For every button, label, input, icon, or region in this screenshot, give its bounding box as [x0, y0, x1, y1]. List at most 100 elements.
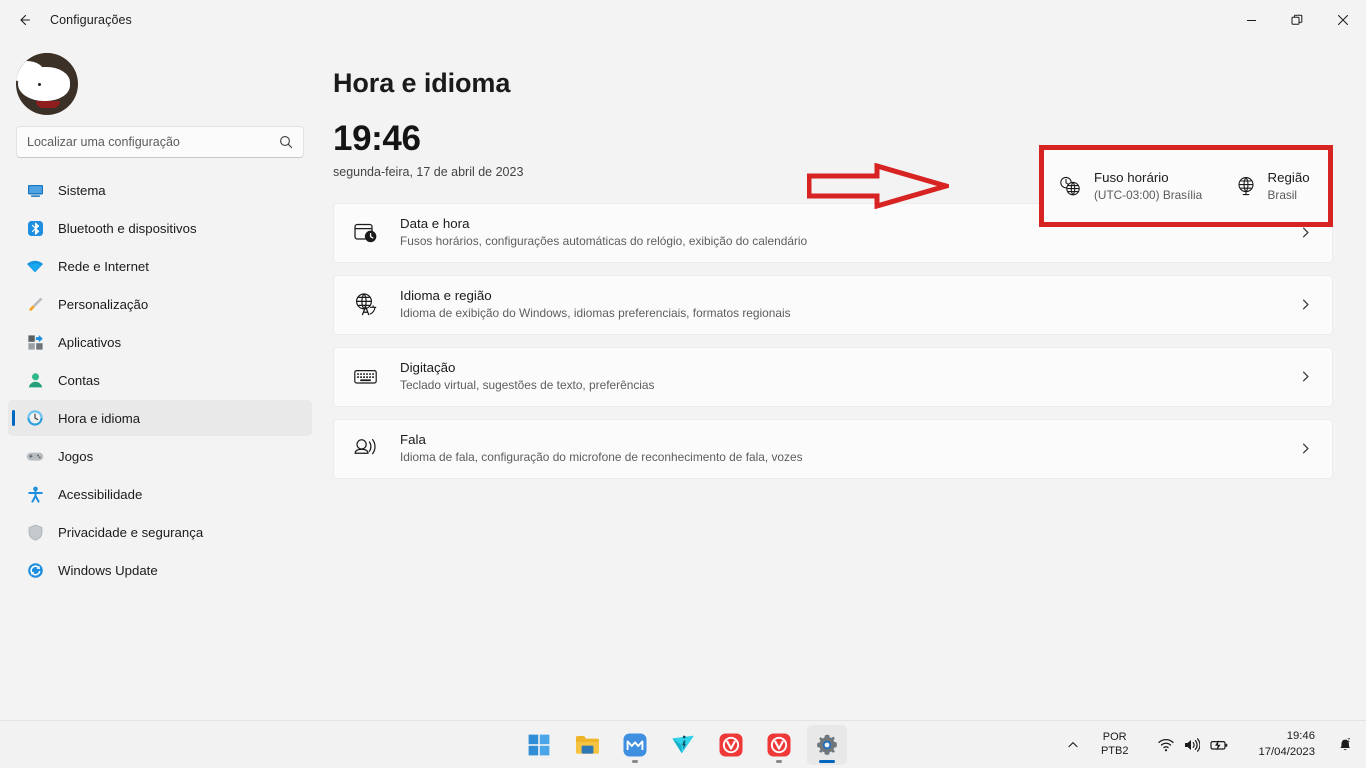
clock-button[interactable]: 19:46 17/04/2023: [1244, 725, 1329, 765]
sidebar-item-label: Acessibilidade: [58, 486, 143, 502]
language-line-2: PTB2: [1100, 744, 1129, 757]
taskbar-settings-app[interactable]: [807, 724, 847, 765]
taskbar-file-explorer[interactable]: [567, 725, 607, 765]
system-tray: POR PTB2 19:46 17/04/2023 z: [1061, 721, 1360, 768]
taskbar-mega-app[interactable]: [615, 725, 655, 765]
keyboard-icon: [352, 364, 378, 390]
main-content: Hora e idioma 19:46 segunda-feira, 17 de…: [320, 40, 1366, 728]
sidebar-item-contas[interactable]: Contas: [8, 362, 312, 398]
sidebar-item-rede[interactable]: Rede e Internet: [8, 248, 312, 284]
sidebar-item-acessibilidade[interactable]: Acessibilidade: [8, 476, 312, 512]
sidebar-item-bluetooth[interactable]: Bluetooth e dispositivos: [8, 210, 312, 246]
maximize-button[interactable]: [1274, 0, 1320, 40]
active-indicator: [819, 759, 835, 763]
taskbar-vivaldi-2[interactable]: [759, 725, 799, 765]
window-title: Configurações: [50, 13, 132, 27]
language-globe-icon: [352, 292, 378, 318]
row-body: Idioma e região Idioma de exibição do Wi…: [400, 286, 1299, 323]
tray-clock-text: 19:46 17/04/2023: [1250, 729, 1323, 760]
taskbar-apps: [519, 724, 847, 765]
tray-overflow-button[interactable]: [1061, 725, 1085, 765]
chevron-right-icon: [1299, 298, 1318, 311]
bluetooth-icon: [26, 219, 44, 237]
user-name-redacted: [72, 48, 320, 120]
sidebar-item-label: Windows Update: [58, 562, 158, 578]
back-arrow-icon: [20, 14, 31, 26]
sidebar-item-jogos[interactable]: Jogos: [8, 438, 312, 474]
sidebar-item-label: Rede e Internet: [58, 258, 149, 274]
region-title: Região: [1267, 169, 1310, 185]
sidebar-item-privacidade[interactable]: Privacidade e segurança: [8, 514, 312, 550]
sidebar-item-sistema[interactable]: Sistema: [8, 172, 312, 208]
battery-charging-icon: [1210, 739, 1228, 751]
paintbrush-icon: [26, 295, 44, 313]
timezone-clock-globe-icon: [1058, 175, 1083, 197]
taskbar: POR PTB2 19:46 17/04/2023 z: [0, 720, 1366, 768]
row-idioma-e-regiao[interactable]: Idioma e região Idioma de exibição do Wi…: [333, 274, 1333, 335]
search-container: [16, 126, 304, 158]
sidebar-item-personalizacao[interactable]: Personalização: [8, 286, 312, 322]
avatar-mouth: [36, 101, 60, 108]
sidebar-item-label: Hora e idioma: [58, 410, 141, 426]
globe-icon: [1235, 175, 1257, 197]
row-fala[interactable]: Fala Idioma de fala, configuração do mic…: [333, 418, 1333, 479]
chevron-right-icon: [1299, 370, 1318, 383]
tray-date: 17/04/2023: [1258, 745, 1315, 758]
sidebar-item-label: Jogos: [58, 448, 94, 464]
user-profile[interactable]: [0, 48, 320, 120]
timezone-region-highlight: Fuso horário (UTC-03:00) Brasília Região…: [1039, 145, 1333, 227]
row-body: Digitação Teclado virtual, sugestões de …: [400, 358, 1299, 395]
search-input[interactable]: [27, 135, 279, 149]
sidebar-item-label: Sistema: [58, 182, 106, 198]
region-card[interactable]: Região Brasil: [1221, 169, 1328, 203]
running-indicator: [776, 759, 782, 763]
sidebar-item-label: Aplicativos: [58, 334, 122, 350]
timezone-title: Fuso horário: [1094, 169, 1169, 185]
search-box[interactable]: [16, 126, 304, 158]
clock-globe-icon: [26, 409, 44, 427]
row-digitacao[interactable]: Digitação Teclado virtual, sugestões de …: [333, 346, 1333, 407]
chevron-right-icon: [1299, 442, 1318, 455]
speech-icon: [352, 436, 378, 462]
taskbar-teal-app[interactable]: [663, 725, 703, 765]
minimize-button[interactable]: [1228, 0, 1274, 40]
caption-buttons: [1228, 0, 1366, 40]
back-button[interactable]: [6, 4, 42, 36]
taskbar-vivaldi-1[interactable]: [711, 725, 751, 765]
minimize-icon: [1246, 19, 1256, 21]
update-icon: [26, 561, 44, 579]
tray-time: 19:46: [1286, 730, 1315, 743]
calendar-clock-icon: [352, 220, 378, 246]
sidebar-item-label: Privacidade e segurança: [58, 524, 204, 540]
sidebar-item-label: Contas: [58, 372, 100, 388]
row-subtitle: Idioma de exibição do Windows, idiomas p…: [400, 306, 791, 321]
quick-settings-button[interactable]: [1144, 725, 1242, 765]
close-button[interactable]: [1320, 0, 1366, 40]
sidebar: Sistema Bluetooth e dispositivos: [0, 40, 320, 728]
timezone-value: (UTC-03:00) Brasília: [1094, 187, 1203, 202]
info-strip: Fuso horário (UTC-03:00) Brasília Região…: [1044, 150, 1328, 222]
accounts-icon: [26, 371, 44, 389]
restore-icon: [1291, 14, 1303, 25]
notification-button[interactable]: z: [1331, 725, 1360, 765]
sidebar-item-label: Bluetooth e dispositivos: [58, 220, 197, 236]
vivaldi-icon: [719, 733, 743, 756]
sidebar-item-label: Personalização: [58, 296, 149, 312]
taskbar-start-button[interactable]: [519, 725, 559, 765]
region-text: Região Brasil: [1268, 169, 1310, 203]
chevron-up-icon: [1068, 741, 1078, 747]
wifi-icon: [26, 257, 44, 275]
timezone-card[interactable]: Fuso horário (UTC-03:00) Brasília: [1044, 169, 1221, 203]
speaker-icon: [1185, 737, 1201, 752]
shield-icon: [26, 523, 44, 541]
sidebar-item-hora-e-idioma[interactable]: Hora e idioma: [8, 400, 312, 436]
language-indicator[interactable]: POR PTB2: [1087, 725, 1143, 765]
sidebar-item-windows-update[interactable]: Windows Update: [8, 552, 312, 588]
running-indicator: [632, 759, 638, 763]
avatar: [16, 53, 78, 115]
teal-app-icon: [671, 735, 694, 753]
gamepad-icon: [26, 447, 44, 465]
page-title: Hora e idioma: [333, 68, 511, 98]
sidebar-item-aplicativos[interactable]: Aplicativos: [8, 324, 312, 360]
close-icon: [1338, 15, 1348, 25]
